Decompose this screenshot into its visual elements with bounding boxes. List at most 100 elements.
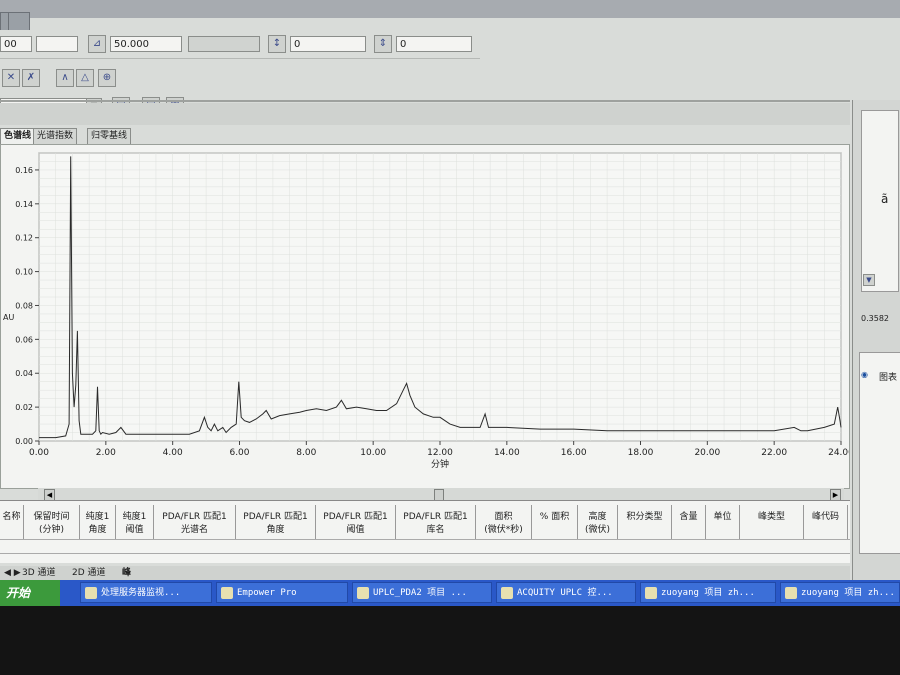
tab-spectral-index[interactable]: 光谱指数: [33, 128, 78, 144]
table-divider: [0, 539, 850, 540]
col-retention-time[interactable]: 保留时间 (分钟): [24, 505, 80, 539]
x-tick-label: 12.00: [427, 448, 453, 458]
scale-toolbar: 00 ⊿ 50.000 ↕ 0 ⇕ 0: [0, 30, 480, 59]
globe-icon: ◉: [861, 370, 868, 379]
value-readout: 0.3582: [861, 314, 889, 323]
tab-scroll-icon[interactable]: ◀ ▶: [4, 567, 21, 579]
y-tick-label: 0.04: [15, 369, 33, 378]
y-tick-label: 0.16: [15, 166, 33, 175]
x-tick-label: 14.00: [494, 448, 520, 458]
divider: [0, 100, 850, 102]
tool-icon-4[interactable]: △: [76, 69, 94, 87]
scale-icon[interactable]: ⊿: [88, 35, 106, 53]
tool-icon-2[interactable]: ✗: [22, 69, 40, 87]
start-button[interactable]: 开始: [0, 580, 60, 606]
col-purity-threshold[interactable]: 纯度1 阈值: [116, 505, 154, 539]
app-icon: [501, 587, 513, 599]
app-icon: [357, 587, 369, 599]
tool-icon-5[interactable]: ⊕: [98, 69, 116, 87]
y-tick-label: 0.06: [15, 335, 33, 344]
level-field[interactable]: 0: [396, 36, 472, 52]
y-axis-label: AU: [3, 313, 14, 322]
col-peak-type[interactable]: 峰类型: [740, 505, 804, 539]
field-1[interactable]: 00: [0, 36, 32, 52]
x-tick-label: 18.00: [628, 448, 654, 458]
task-label: UPLC_PDA2 项目 ...: [373, 588, 467, 598]
table-divider: [0, 553, 850, 554]
x-axis-label: 分钟: [431, 458, 449, 470]
tool-icon-1[interactable]: ✕: [2, 69, 20, 87]
x-tick-label: 6.00: [229, 448, 249, 458]
chart-header: [0, 103, 850, 125]
tab-zero-baseline[interactable]: 归零基线: [87, 128, 132, 144]
right-panel: ã ▼ 0.3582 ◉ 图表: [852, 100, 900, 580]
field-4[interactable]: [188, 36, 260, 52]
col-name[interactable]: 名称: [0, 505, 24, 539]
tab-chromatogram[interactable]: 色谱线: [0, 128, 36, 144]
chromatogram-chart: 0.00 2.00 4.00 6.00 8.00 10.00 12.00 14.00 16.00…: [3, 152, 854, 470]
task-acquity[interactable]: ACQUITY UPLC 控...: [496, 582, 636, 603]
tool-row: ✕ ✗ ∧ △ ⊕: [0, 65, 125, 91]
chevron-down-icon[interactable]: ▼: [863, 274, 875, 286]
y-tick-label: 0.00: [15, 437, 33, 446]
task-empower-pro[interactable]: Empower Pro: [216, 582, 348, 603]
col-spectrum-name[interactable]: PDA/FLR 匹配1 光谱名: [154, 505, 236, 539]
tab-peaks[interactable]: 峰: [122, 567, 131, 579]
col-match-angle[interactable]: PDA/FLR 匹配1 角度: [236, 505, 316, 539]
offset-field[interactable]: 0: [290, 36, 366, 52]
taskbar: 开始 处理服务器监视... Empower Pro UPLC_PDA2 项目 .…: [0, 580, 900, 606]
tool-icon-3[interactable]: ∧: [56, 69, 74, 87]
y-tick-label: 0.10: [15, 268, 33, 277]
task-label: 处理服务器监视...: [101, 588, 181, 598]
col-integration-type[interactable]: 积分类型: [618, 505, 672, 539]
y-tick-label: 0.08: [15, 301, 33, 310]
chromatogram-plot: 0.00 2.00 4.00 6.00 8.00 10.00 12.00 14.00 16.00…: [0, 144, 854, 489]
x-tick-label: 8.00: [296, 448, 316, 458]
col-library-name[interactable]: PDA/FLR 匹配1 库名: [396, 505, 476, 539]
x-tick-label: 20.00: [694, 448, 720, 458]
app-icon: [221, 587, 233, 599]
col-units[interactable]: 单位: [706, 505, 740, 539]
col-percent-area[interactable]: % 面积: [532, 505, 578, 539]
right-panel-box: [861, 110, 899, 292]
task-zuoyang-2[interactable]: zuoyang 项目 zh...: [780, 582, 900, 603]
col-peak-code[interactable]: 峰代码: [804, 505, 848, 539]
x-tick-label: 2.00: [96, 448, 116, 458]
task-label: zuoyang 项目 zh...: [801, 588, 895, 598]
peak-table: 名称 保留时间 (分钟) 纯度1 角度 纯度1 阈值 PDA/FLR 匹配1 光…: [0, 500, 850, 563]
x-tick-label: 16.00: [561, 448, 587, 458]
col-area[interactable]: 面积 (微伏*秒): [476, 505, 532, 539]
x-tick-label: 4.00: [163, 448, 183, 458]
app-icon: [85, 587, 97, 599]
col-purity-angle[interactable]: 纯度1 角度: [80, 505, 116, 539]
folder-icon: [785, 587, 797, 599]
level-icon[interactable]: ⇕: [374, 35, 392, 53]
x-tick-label: 24.00: [828, 448, 849, 458]
col-match-threshold[interactable]: PDA/FLR 匹配1 阈值: [316, 505, 396, 539]
scale-value-field[interactable]: 50.000: [110, 36, 182, 52]
tab-3d-channel[interactable]: 3D 通道: [22, 567, 56, 579]
task-server-monitor[interactable]: 处理服务器监视...: [80, 582, 212, 603]
title-bar: [0, 0, 900, 18]
unit-label: ã: [881, 192, 889, 206]
task-zuoyang-1[interactable]: zuoyang 项目 zh...: [640, 582, 776, 603]
task-label: zuoyang 项目 zh...: [661, 588, 755, 598]
folder-icon: [645, 587, 657, 599]
empower-window: 00 ⊿ 50.000 ↕ 0 ⇕ 0 ✕ ✗ ∧ △ ⊕ ▼ ▣ ▤ ▥ 色谱…: [0, 0, 900, 620]
tab-2d-channel[interactable]: 2D 通道: [72, 567, 106, 579]
task-uplc-pda2[interactable]: UPLC_PDA2 项目 ...: [352, 582, 492, 603]
y-tick-label: 0.12: [15, 234, 33, 243]
y-tick-label: 0.14: [15, 200, 33, 209]
legend-label: 图表: [879, 373, 898, 383]
x-tick-label: 0.00: [29, 448, 49, 458]
field-2[interactable]: [36, 36, 78, 52]
channel-tabs: ◀ ▶ 3D 通道 2D 通道 峰: [0, 566, 850, 580]
offset-icon[interactable]: ↕: [268, 35, 286, 53]
monitor-bezel: [0, 606, 900, 675]
task-label: ACQUITY UPLC 控...: [517, 588, 613, 598]
y-tick-label: 0.02: [15, 403, 33, 412]
x-tick-label: 22.00: [761, 448, 787, 458]
col-height[interactable]: 高度 (微伏): [578, 505, 618, 539]
col-amount[interactable]: 含量: [672, 505, 706, 539]
x-tick-label: 10.00: [360, 448, 386, 458]
